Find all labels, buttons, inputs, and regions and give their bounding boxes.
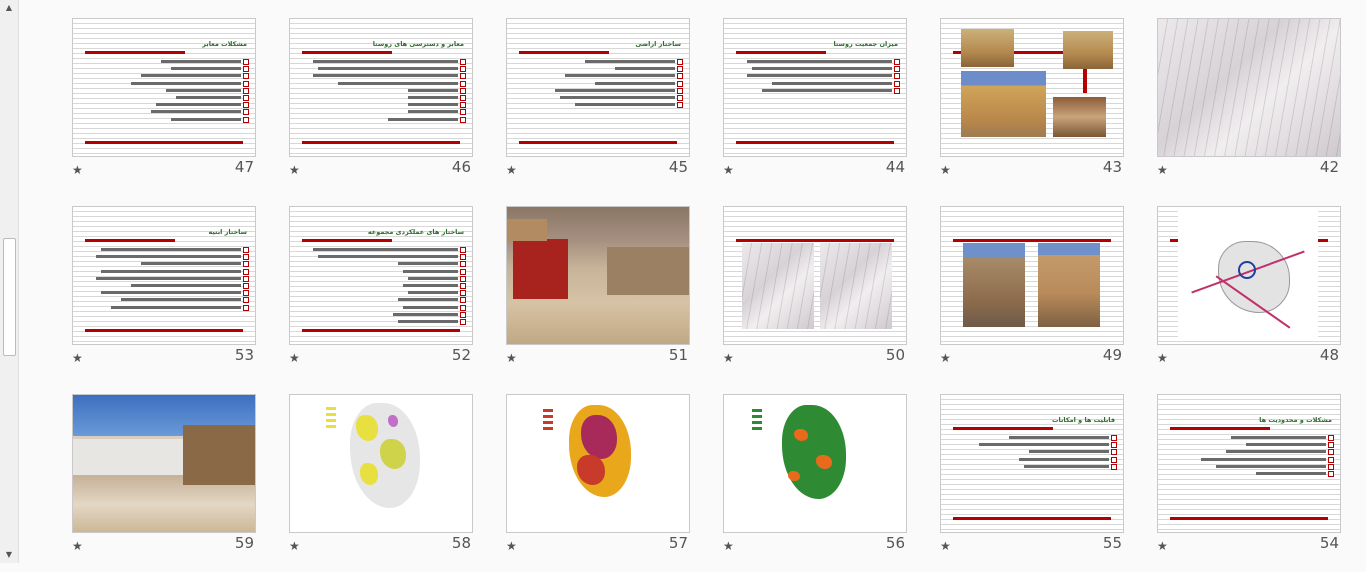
slide-thumbnail[interactable]: ★ 49	[940, 206, 1126, 384]
slide-thumbnail[interactable]: ★ 51	[506, 206, 692, 384]
slide-preview[interactable]	[940, 206, 1124, 345]
vertical-scrollbar[interactable]: ▲ ▼	[0, 0, 19, 563]
scroll-thumb[interactable]	[3, 238, 16, 356]
slide-number: 57	[668, 534, 688, 552]
sketch-image	[820, 243, 892, 329]
scroll-down-icon[interactable]: ▼	[0, 547, 18, 563]
village-photo	[961, 71, 1046, 137]
star-icon[interactable]: ★	[723, 539, 734, 553]
star-icon[interactable]: ★	[506, 163, 517, 177]
slide-number: 42	[1319, 158, 1339, 176]
alley-photo	[1038, 243, 1100, 327]
slide-number: 43	[1102, 158, 1122, 176]
sketch-image	[742, 243, 814, 329]
alley-photo	[963, 243, 1025, 327]
star-icon[interactable]: ★	[72, 163, 83, 177]
slide-number: 51	[668, 346, 688, 364]
slide-title: مشکلات و محدودیت ها	[1259, 416, 1332, 424]
slide-title: ساختار اراضی	[635, 40, 681, 48]
slide-preview[interactable]	[940, 18, 1124, 157]
slide-number: 52	[451, 346, 471, 364]
star-icon[interactable]: ★	[1157, 539, 1168, 553]
slide-title: میزان جمعیت روستا	[833, 40, 898, 48]
slide-preview[interactable]	[72, 394, 256, 533]
slide-number: 50	[885, 346, 905, 364]
slide-title: ساختار های عملکردی مجموعه	[367, 228, 464, 236]
slide-title: قابلیت ها و امکانات	[1052, 416, 1115, 424]
slide-thumbnail[interactable]: ★ 59	[72, 394, 258, 572]
slide-number: 45	[668, 158, 688, 176]
slide-preview[interactable]: مشکلات و محدودیت ها	[1157, 394, 1341, 533]
slide-preview[interactable]: ساختار های عملکردی مجموعه	[289, 206, 473, 345]
star-icon[interactable]: ★	[723, 163, 734, 177]
scroll-up-icon[interactable]: ▲	[0, 0, 18, 16]
slide-thumbnail[interactable]: قابلیت ها و امکانات ★ 55	[940, 394, 1126, 572]
slide-number: 47	[234, 158, 254, 176]
slide-thumbnail[interactable]: ساختار ابنیه ★ 53	[72, 206, 258, 384]
slide-preview[interactable]	[1157, 206, 1341, 345]
star-icon[interactable]: ★	[506, 539, 517, 553]
slide-preview[interactable]: ساختار اراضی	[506, 18, 690, 157]
slide-sorter-grid: مشکلات معابر ★ 47 معابر و دسترسی های روس…	[18, 0, 1366, 563]
slide-preview[interactable]: قابلیت ها و امکانات	[940, 394, 1124, 533]
slide-number: 55	[1102, 534, 1122, 552]
star-icon[interactable]: ★	[72, 351, 83, 365]
star-icon[interactable]: ★	[506, 351, 517, 365]
village-photo	[961, 29, 1014, 67]
slide-thumbnail[interactable]: ★ 43	[940, 18, 1126, 196]
slide-thumbnail[interactable]: معابر و دسترسی های روستا ★ 46	[289, 18, 475, 196]
slide-preview[interactable]	[723, 206, 907, 345]
slide-number: 59	[234, 534, 254, 552]
star-icon[interactable]: ★	[1157, 163, 1168, 177]
slide-preview[interactable]: مشکلات معابر	[72, 18, 256, 157]
slide-thumbnail[interactable]: ساختار های عملکردی مجموعه ★ 52	[289, 206, 475, 384]
slide-number: 54	[1319, 534, 1339, 552]
slide-number: 53	[234, 346, 254, 364]
star-icon[interactable]: ★	[289, 539, 300, 553]
slide-preview[interactable]: میزان جمعیت روستا	[723, 18, 907, 157]
slide-number: 46	[451, 158, 471, 176]
star-icon[interactable]: ★	[72, 539, 83, 553]
village-photo	[1053, 97, 1106, 137]
village-map	[1178, 211, 1318, 341]
slide-thumbnail[interactable]: ساختار اراضی ★ 45	[506, 18, 692, 196]
star-icon[interactable]: ★	[289, 351, 300, 365]
slide-preview[interactable]	[1157, 18, 1341, 157]
slide-preview[interactable]: ساختار ابنیه	[72, 206, 256, 345]
slide-number: 48	[1319, 346, 1339, 364]
star-icon[interactable]: ★	[289, 163, 300, 177]
slide-thumbnail[interactable]: مشکلات معابر ★ 47	[72, 18, 258, 196]
slide-thumbnail[interactable]: میزان جمعیت روستا ★ 44	[723, 18, 909, 196]
star-icon[interactable]: ★	[940, 163, 951, 177]
slide-number: 44	[885, 158, 905, 176]
slide-thumbnail[interactable]: ★ 48	[1157, 206, 1343, 384]
slide-thumbnail[interactable]: ★ 50	[723, 206, 909, 384]
slide-title: مشکلات معابر	[202, 40, 247, 48]
slide-number: 49	[1102, 346, 1122, 364]
slide-preview[interactable]	[289, 394, 473, 533]
slide-title: ساختار ابنیه	[208, 228, 247, 236]
red-gate-photo	[513, 239, 568, 299]
slide-number: 56	[885, 534, 905, 552]
star-icon[interactable]: ★	[940, 539, 951, 553]
slide-preview[interactable]	[506, 206, 690, 345]
slide-preview[interactable]: معابر و دسترسی های روستا	[289, 18, 473, 157]
slide-thumbnail[interactable]: ★ 57	[506, 394, 692, 572]
star-icon[interactable]: ★	[940, 351, 951, 365]
village-photo	[1063, 31, 1113, 69]
slide-thumbnail[interactable]: ★ 42	[1157, 18, 1343, 196]
slide-thumbnail[interactable]: ★ 58	[289, 394, 475, 572]
slide-title: معابر و دسترسی های روستا	[372, 40, 464, 48]
slide-preview[interactable]	[723, 394, 907, 533]
star-icon[interactable]: ★	[1157, 351, 1168, 365]
slide-thumbnail[interactable]: مشکلات و محدودیت ها ★ 54	[1157, 394, 1343, 572]
slide-preview[interactable]	[506, 394, 690, 533]
slide-thumbnail[interactable]: ★ 56	[723, 394, 909, 572]
slide-number: 58	[451, 534, 471, 552]
star-icon[interactable]: ★	[723, 351, 734, 365]
